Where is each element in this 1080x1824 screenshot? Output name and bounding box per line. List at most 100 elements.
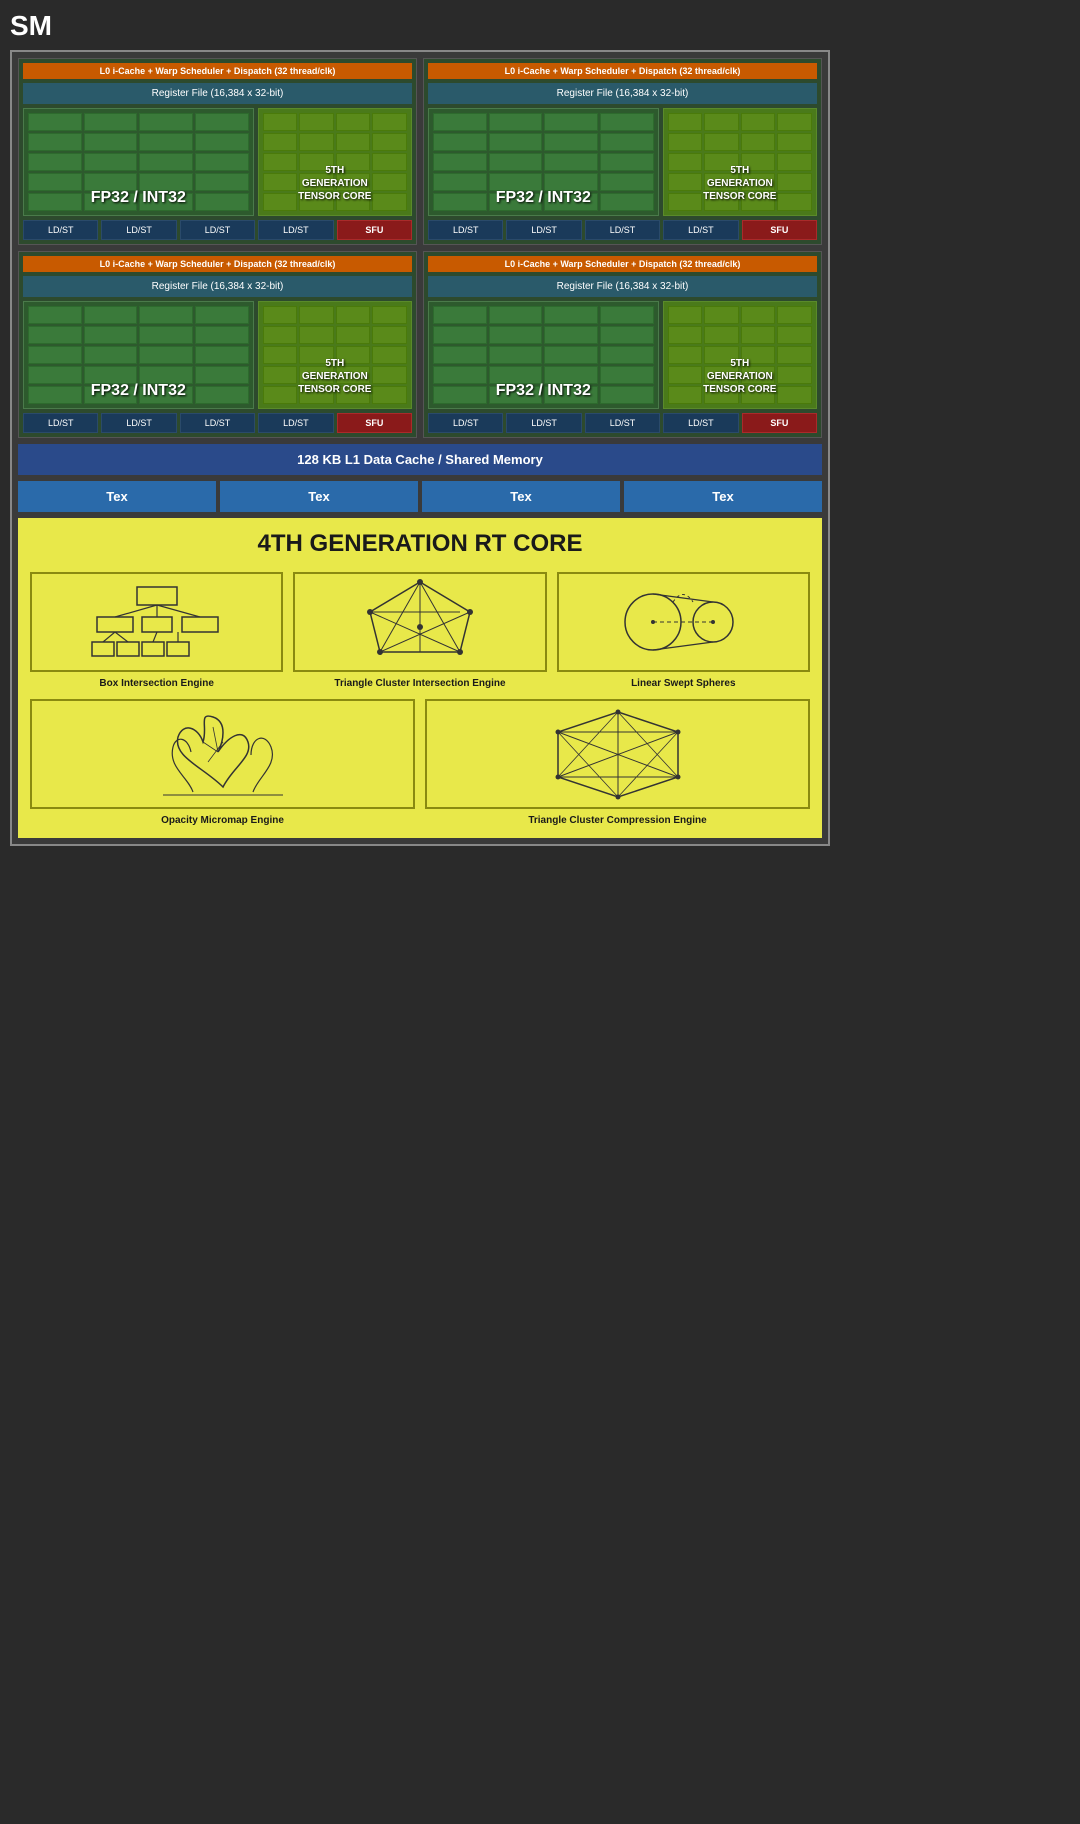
- ldst-sfu-bar-2: LD/ST LD/ST LD/ST LD/ST SFU: [428, 220, 817, 240]
- rt-core-title: 4TH GENERATION RT CORE: [30, 530, 810, 558]
- ldst-sfu-bar-3: LD/ST LD/ST LD/ST LD/ST SFU: [23, 413, 412, 433]
- tensor-cell: [668, 113, 703, 131]
- tensor-cell: [668, 133, 703, 151]
- register-file-4: Register File (16,384 x 32-bit): [428, 276, 817, 297]
- triangle-cluster-label: Triangle Cluster Intersection Engine: [334, 678, 505, 689]
- main-container: SM L0 i-Cache + Warp Scheduler + Dispatc…: [0, 0, 840, 856]
- register-file-3: Register File (16,384 x 32-bit): [23, 276, 412, 297]
- tex-unit-3: Tex: [422, 481, 620, 512]
- rt-engines-top: Box Intersection Engine: [30, 572, 810, 689]
- ldst-btn-5: LD/ST: [428, 220, 503, 240]
- fp32-section-2: FP32 / INT32: [428, 108, 659, 216]
- tensor-label-1: 5THGENERATIONTENSOR CORE: [259, 164, 411, 203]
- fp32-cell: [489, 306, 543, 324]
- fp32-cell: [600, 346, 654, 364]
- tensor-cell: [704, 326, 739, 344]
- tensor-cell: [668, 326, 703, 344]
- fp32-cell: [433, 113, 487, 131]
- cores-area-3: FP32 / INT32: [23, 301, 412, 409]
- linear-swept-spheres-label: Linear Swept Spheres: [631, 678, 735, 689]
- fp32-cell: [433, 326, 487, 344]
- tensor-cell: [263, 113, 298, 131]
- ldst-btn-3: LD/ST: [180, 220, 255, 240]
- opacity-micromap-label: Opacity Micromap Engine: [161, 815, 284, 826]
- fp32-cell: [139, 306, 193, 324]
- tensor-cell: [741, 133, 776, 151]
- l1-cache-bar: 128 KB L1 Data Cache / Shared Memory: [18, 444, 822, 475]
- fp32-cell: [84, 326, 138, 344]
- cores-area-2: FP32 / INT32: [428, 108, 817, 216]
- tensor-cell: [777, 326, 812, 344]
- fp32-cell: [28, 113, 82, 131]
- fp32-cell: [28, 326, 82, 344]
- triangle-cluster-compression-engine: Triangle Cluster Compression Engine: [425, 699, 810, 826]
- fp32-label-2: FP32 / INT32: [429, 189, 658, 207]
- fp32-cell: [489, 346, 543, 364]
- fp32-cell: [195, 133, 249, 151]
- warp-scheduler-3: L0 i-Cache + Warp Scheduler + Dispatch (…: [23, 256, 412, 272]
- fp32-cell: [84, 306, 138, 324]
- warp-scheduler-1: L0 i-Cache + Warp Scheduler + Dispatch (…: [23, 63, 412, 79]
- ldst-btn-7: LD/ST: [585, 220, 660, 240]
- ldst-sfu-bar-1: LD/ST LD/ST LD/ST LD/ST SFU: [23, 220, 412, 240]
- tex-row: Tex Tex Tex Tex: [18, 481, 822, 512]
- tensor-cell: [263, 306, 298, 324]
- tensor-cell: [263, 133, 298, 151]
- triangle-cluster-icon-box: [293, 572, 546, 672]
- fp32-cell: [489, 153, 543, 171]
- fp32-cell: [84, 113, 138, 131]
- ldst-btn-4: LD/ST: [258, 220, 333, 240]
- fp32-section-4: FP32 / INT32: [428, 301, 659, 409]
- fp32-cell: [544, 153, 598, 171]
- ldst-btn-12: LD/ST: [258, 413, 333, 433]
- triangle-cluster-compression-label: Triangle Cluster Compression Engine: [528, 815, 706, 826]
- fp32-cell: [433, 153, 487, 171]
- triangle-cluster-compression-svg: [538, 707, 698, 802]
- ldst-btn-8: LD/ST: [663, 220, 738, 240]
- tensor-cell: [372, 113, 407, 131]
- fp32-cell: [195, 326, 249, 344]
- fp32-cell: [139, 326, 193, 344]
- tensor-label-2: 5THGENERATIONTENSOR CORE: [664, 164, 816, 203]
- tensor-cell: [741, 113, 776, 131]
- tensor-cell: [263, 326, 298, 344]
- quadrant-2: L0 i-Cache + Warp Scheduler + Dispatch (…: [423, 58, 822, 245]
- fp32-cell: [544, 326, 598, 344]
- fp32-cell: [544, 346, 598, 364]
- fp32-cell: [195, 306, 249, 324]
- tensor-cell: [741, 306, 776, 324]
- opacity-micromap-icon-box: [30, 699, 415, 809]
- tensor-cell: [372, 326, 407, 344]
- fp32-cell: [139, 133, 193, 151]
- fp32-cell: [84, 346, 138, 364]
- fp32-cell: [195, 113, 249, 131]
- fp32-cell: [195, 153, 249, 171]
- box-intersection-svg: [87, 582, 227, 662]
- sm-title: SM: [10, 10, 830, 42]
- ldst-btn-1: LD/ST: [23, 220, 98, 240]
- ldst-btn-15: LD/ST: [585, 413, 660, 433]
- sm-outer-border: L0 i-Cache + Warp Scheduler + Dispatch (…: [10, 50, 830, 846]
- warp-scheduler-4: L0 i-Cache + Warp Scheduler + Dispatch (…: [428, 256, 817, 272]
- tensor-cell: [336, 326, 371, 344]
- tex-unit-4: Tex: [624, 481, 822, 512]
- ldst-sfu-bar-4: LD/ST LD/ST LD/ST LD/ST SFU: [428, 413, 817, 433]
- rt-core-section: 4TH GENERATION RT CORE: [18, 518, 822, 838]
- fp32-cell: [489, 113, 543, 131]
- sfu-btn-1: SFU: [337, 220, 412, 240]
- ldst-btn-11: LD/ST: [180, 413, 255, 433]
- tensor-cell: [336, 306, 371, 324]
- ldst-btn-13: LD/ST: [428, 413, 503, 433]
- tensor-cell: [299, 113, 334, 131]
- fp32-cell: [28, 346, 82, 364]
- quadrant-3: L0 i-Cache + Warp Scheduler + Dispatch (…: [18, 251, 417, 438]
- fp32-section-3: FP32 / INT32: [23, 301, 254, 409]
- tensor-section-2: 5THGENERATIONTENSOR CORE: [663, 108, 817, 216]
- fp32-cell: [139, 153, 193, 171]
- tensor-cell: [777, 113, 812, 131]
- fp32-cell: [28, 153, 82, 171]
- tensor-cell: [777, 306, 812, 324]
- fp32-cell: [195, 346, 249, 364]
- tensor-cell: [372, 133, 407, 151]
- fp32-cell: [489, 326, 543, 344]
